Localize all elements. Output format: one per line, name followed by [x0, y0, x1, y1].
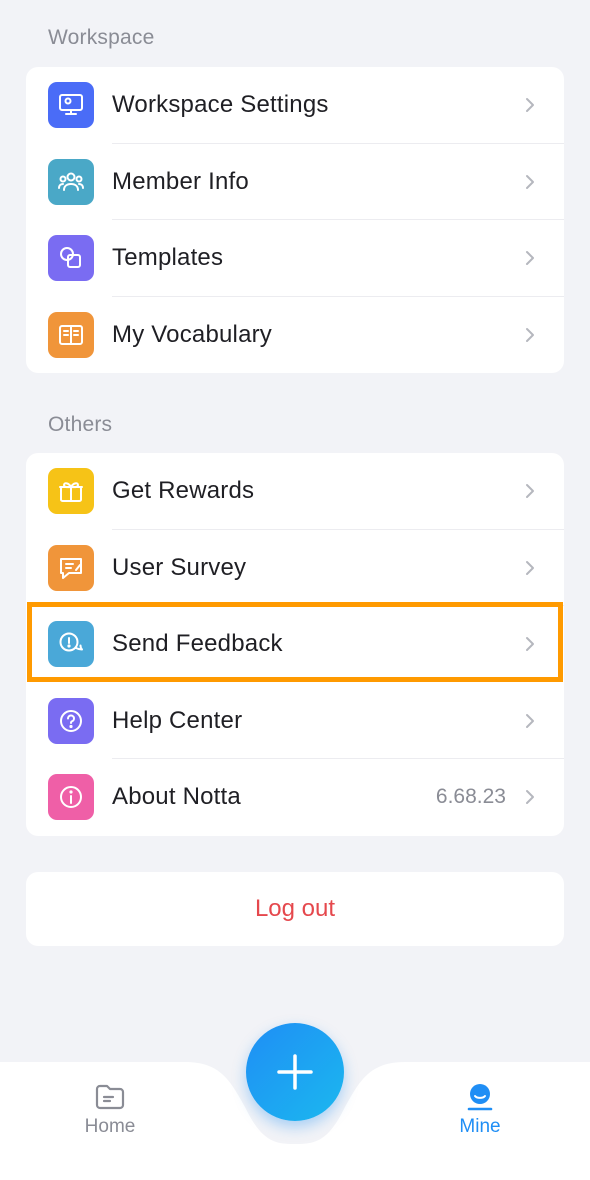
menu-item-my-vocabulary[interactable]: My Vocabulary	[26, 297, 564, 374]
app-version: 6.68.23	[435, 785, 506, 809]
menu-item-send-feedback[interactable]: Send Feedback	[26, 606, 564, 683]
chevron-right-icon	[526, 560, 534, 575]
help-icon	[48, 697, 94, 744]
menu-item-templates[interactable]: Templates	[26, 220, 564, 297]
menu-item-workspace-settings[interactable]: Workspace Settings	[26, 67, 564, 144]
tab-home[interactable]: Home	[50, 1082, 170, 1138]
plus-icon	[277, 1054, 313, 1090]
chevron-right-icon	[526, 713, 534, 728]
folder-icon	[95, 1084, 125, 1110]
chevron-right-icon	[526, 327, 534, 342]
menu-item-label: About Notta	[112, 783, 241, 811]
section-title-others: Others	[48, 413, 113, 436]
menu-item-get-rewards[interactable]: Get Rewards	[26, 453, 564, 530]
menu-item-about-notta[interactable]: About Notta 6.68.23	[26, 759, 564, 836]
menu-item-label: My Vocabulary	[112, 320, 273, 348]
section-title-workspace: Workspace	[48, 26, 155, 49]
add-button[interactable]	[246, 1023, 344, 1121]
menu-item-help-center[interactable]: Help Center	[26, 683, 564, 759]
user-icon	[467, 1084, 493, 1111]
menu-item-label: Get Rewards	[112, 477, 255, 505]
menu-item-label: Templates	[112, 244, 224, 272]
chevron-right-icon	[526, 637, 534, 651]
survey-icon	[48, 544, 94, 591]
chevron-right-icon	[526, 98, 534, 112]
book-icon	[48, 311, 94, 358]
workspace-card: Workspace Settings Member Info Templates	[26, 67, 564, 373]
templates-icon	[48, 235, 94, 281]
chevron-right-icon	[526, 790, 534, 804]
menu-item-user-survey[interactable]: User Survey	[26, 530, 564, 606]
tab-mine[interactable]: Mine	[420, 1082, 540, 1138]
tab-mine-label: Mine	[459, 1116, 501, 1137]
menu-item-label: User Survey	[112, 553, 247, 581]
chevron-right-icon	[526, 174, 534, 189]
tab-home-label: Home	[84, 1116, 136, 1137]
members-icon	[48, 158, 94, 205]
menu-item-label: Member Info	[112, 167, 249, 195]
monitor-gear-icon	[48, 82, 94, 128]
logout-button[interactable]: Log out	[26, 872, 564, 946]
chevron-right-icon	[526, 484, 534, 498]
gift-icon	[48, 468, 94, 514]
feedback-icon	[48, 621, 94, 667]
menu-item-label: Workspace Settings	[112, 91, 329, 119]
menu-item-member-info[interactable]: Member Info	[26, 144, 564, 220]
menu-item-label: Send Feedback	[112, 630, 283, 658]
info-icon	[48, 774, 94, 820]
chevron-right-icon	[526, 251, 534, 265]
others-card: Get Rewards User Survey Send Feedback He…	[26, 453, 564, 836]
menu-item-label: Help Center	[112, 706, 243, 734]
